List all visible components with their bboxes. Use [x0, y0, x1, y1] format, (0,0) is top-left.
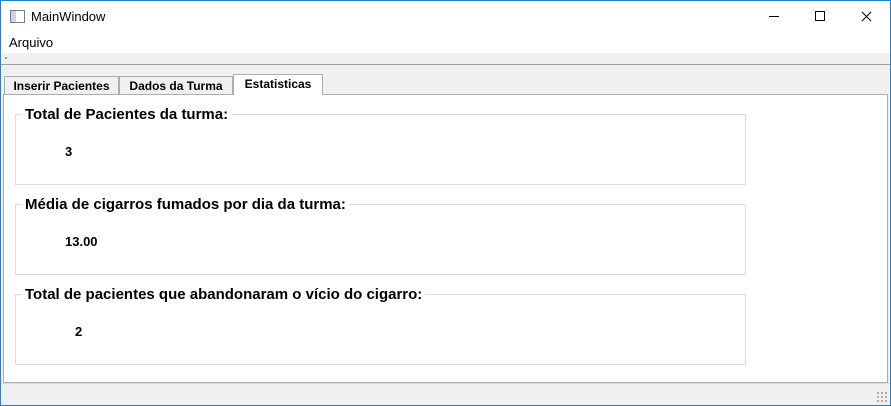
- main-window: MainWindow Arquivo Inserir Pacientes Dad…: [0, 0, 891, 406]
- app-window-icon: [10, 10, 25, 23]
- toolbar-grip-icon[interactable]: [5, 57, 7, 59]
- maximize-button[interactable]: [797, 1, 843, 32]
- group-total-patients: Total de Pacientes da turma: 3: [15, 106, 746, 185]
- close-button[interactable]: [843, 1, 889, 32]
- group-title-total-patients: Total de Pacientes da turma:: [22, 106, 232, 123]
- minimize-button[interactable]: [751, 1, 797, 32]
- value-quit-smoking: 2: [75, 324, 83, 339]
- tab-estatisticas[interactable]: Estatisticas: [233, 74, 323, 95]
- tab-inserir-pacientes[interactable]: Inserir Pacientes: [4, 76, 119, 94]
- menu-bar: Arquivo: [1, 32, 890, 53]
- resize-grip-icon[interactable]: [876, 391, 887, 402]
- tab-bar: Inserir Pacientes Dados da Turma Estatis…: [1, 74, 890, 95]
- menu-arquivo[interactable]: Arquivo: [9, 35, 53, 50]
- group-quit-smoking: Total de pacientes que abandonaram o víc…: [15, 286, 746, 365]
- tab-dados-da-turma[interactable]: Dados da Turma: [119, 76, 233, 94]
- group-title-quit-smoking: Total de pacientes que abandonaram o víc…: [22, 286, 426, 303]
- tab-content-estatisticas: Total de Pacientes da turma: 3 Média de …: [3, 94, 888, 383]
- status-bar: [1, 383, 890, 405]
- title-bar[interactable]: MainWindow: [1, 1, 890, 32]
- toolbar: [1, 53, 890, 65]
- window-title: MainWindow: [31, 9, 106, 24]
- group-avg-cigarettes: Média de cigarros fumados por dia da tur…: [15, 196, 746, 275]
- value-avg-cigarettes: 13.00: [65, 234, 98, 249]
- value-total-patients: 3: [65, 144, 73, 159]
- group-title-avg-cigarettes: Média de cigarros fumados por dia da tur…: [22, 196, 349, 213]
